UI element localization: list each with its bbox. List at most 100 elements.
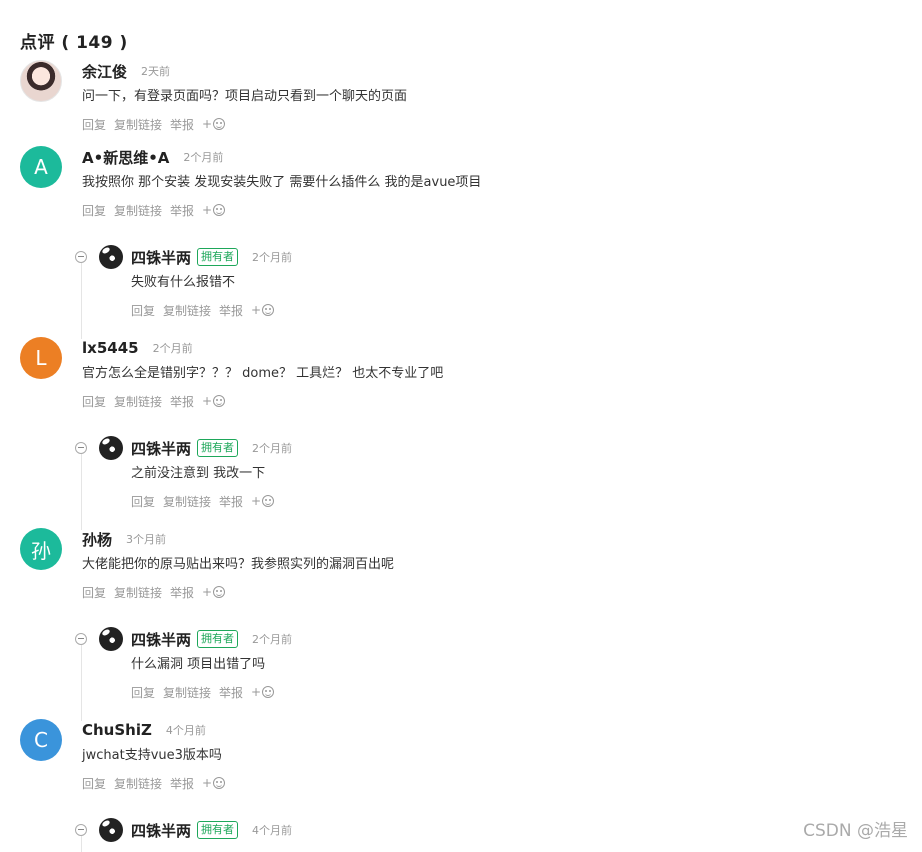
reply-time: 2个月前 (252, 633, 293, 646)
copy-link-button[interactable]: 复制链接 (114, 775, 162, 792)
smile-icon (213, 204, 226, 216)
smile-icon (213, 777, 226, 789)
comment-author[interactable]: ChuShiZ (82, 721, 152, 739)
smile-icon (213, 118, 226, 130)
report-button[interactable]: 举报 (170, 775, 194, 792)
copy-link-button[interactable]: 复制链接 (114, 584, 162, 601)
reply-text: 什么漏洞 项目出错了吗 (131, 657, 266, 672)
comment-text: 大佬能把你的原马贴出来吗？我参照实列的漏洞百出呢 (82, 557, 395, 572)
comment-author[interactable]: 余江俊 (82, 61, 127, 82)
reply-button[interactable]: 回复 (131, 302, 155, 319)
owner-badge: 拥有者 (197, 439, 239, 457)
avatar[interactable] (99, 436, 123, 460)
reply-button[interactable]: 回复 (82, 116, 106, 133)
copy-link-button[interactable]: 复制链接 (114, 116, 162, 133)
emoji-plus-label: + (251, 685, 262, 699)
report-button[interactable]: 举报 (170, 584, 194, 601)
emoji-button[interactable]: + (202, 203, 226, 217)
comment-time: 2个月前 (183, 151, 224, 164)
reply-button[interactable]: 回复 (82, 202, 106, 219)
comment-author[interactable]: lx5445 (82, 339, 139, 357)
owner-badge: 拥有者 (197, 821, 239, 839)
owner-badge: 拥有者 (197, 630, 239, 648)
comment-time: 2天前 (141, 65, 171, 78)
avatar[interactable] (99, 627, 123, 651)
comment-author[interactable]: 孙杨 (82, 529, 112, 550)
emoji-plus-label: + (202, 203, 213, 217)
avatar[interactable] (99, 245, 123, 269)
copy-link-button[interactable]: 复制链接 (114, 393, 162, 410)
reply-time: 2个月前 (252, 442, 293, 455)
emoji-plus-label: + (202, 585, 213, 599)
reply-button[interactable]: 回复 (131, 684, 155, 701)
smile-icon (262, 304, 275, 316)
comment-time: 3个月前 (126, 533, 167, 546)
reply-button[interactable]: 回复 (82, 584, 106, 601)
reply-author[interactable]: 四铢半两 (131, 820, 191, 841)
reply-author[interactable]: 四铢半两 (131, 438, 191, 459)
comment-author[interactable]: A•新思维•A (82, 147, 169, 168)
comment-text: jwchat支持vue3版本吗 (82, 748, 222, 763)
comment-time: 4个月前 (165, 724, 206, 737)
emoji-plus-label: + (202, 394, 213, 408)
smile-icon (213, 586, 226, 598)
avatar-letter: L (35, 346, 47, 370)
emoji-button[interactable]: + (202, 585, 226, 599)
copy-link-button[interactable]: 复制链接 (163, 684, 211, 701)
collapse-icon[interactable] (75, 633, 87, 645)
avatar[interactable]: C (20, 719, 62, 761)
emoji-plus-label: + (202, 776, 213, 790)
emoji-plus-label: + (251, 494, 262, 508)
emoji-button[interactable]: + (202, 394, 226, 408)
report-button[interactable]: 举报 (170, 116, 194, 133)
copy-link-button[interactable]: 复制链接 (163, 493, 211, 510)
copy-link-button[interactable]: 复制链接 (114, 202, 162, 219)
comment-text: 问一下，有登录页面吗？项目启动只看到一个聊天的页面 (82, 89, 408, 104)
reply-time: 2个月前 (252, 251, 293, 264)
owner-badge: 拥有者 (197, 248, 239, 266)
report-button[interactable]: 举报 (219, 493, 243, 510)
report-button[interactable]: 举报 (170, 393, 194, 410)
avatar[interactable] (20, 60, 62, 102)
collapse-icon[interactable] (75, 442, 87, 454)
thread-line (81, 450, 82, 530)
comment-time: 2个月前 (152, 342, 193, 355)
smile-icon (213, 395, 226, 407)
copy-link-button[interactable]: 复制链接 (163, 302, 211, 319)
smile-icon (262, 495, 275, 507)
page-title: 点评 ( 149 ) (20, 33, 128, 53)
collapse-icon[interactable] (75, 251, 87, 263)
thread-line (81, 641, 82, 721)
reply-text: 之前没注意到 我改一下 (131, 466, 266, 481)
reply-button[interactable]: 回复 (82, 393, 106, 410)
reply-text: 失败有什么报错不 (131, 275, 236, 290)
comment-text: 我按照你 那个安装 发现安装失败了 需要什么插件么 我的是avue项目 (82, 175, 482, 190)
reply-author[interactable]: 四铢半两 (131, 629, 191, 650)
avatar[interactable]: 孙 (20, 528, 62, 570)
avatar-letter: A (34, 155, 48, 179)
emoji-plus-label: + (251, 303, 262, 317)
reply-author[interactable]: 四铢半两 (131, 247, 191, 268)
emoji-button[interactable]: + (202, 117, 226, 131)
reply-time: 4个月前 (252, 824, 293, 837)
collapse-icon[interactable] (75, 824, 87, 836)
comment-text: 官方怎么全是错别字？？？ dome？ 工具烂？ 也太不专业了吧 (82, 366, 444, 381)
emoji-button[interactable]: + (251, 303, 275, 317)
avatar[interactable] (99, 818, 123, 842)
smile-icon (262, 686, 275, 698)
thread-line (81, 259, 82, 339)
report-button[interactable]: 举报 (219, 684, 243, 701)
avatar-letter: 孙 (31, 538, 51, 563)
emoji-plus-label: + (202, 117, 213, 131)
avatar[interactable]: L (20, 337, 62, 379)
watermark: CSDN @浩星 (803, 821, 908, 841)
report-button[interactable]: 举报 (170, 202, 194, 219)
emoji-button[interactable]: + (251, 685, 275, 699)
emoji-button[interactable]: + (202, 776, 226, 790)
reply-button[interactable]: 回复 (131, 493, 155, 510)
avatar[interactable]: A (20, 146, 62, 188)
reply-button[interactable]: 回复 (82, 775, 106, 792)
avatar-letter: C (34, 728, 48, 752)
emoji-button[interactable]: + (251, 494, 275, 508)
report-button[interactable]: 举报 (219, 302, 243, 319)
